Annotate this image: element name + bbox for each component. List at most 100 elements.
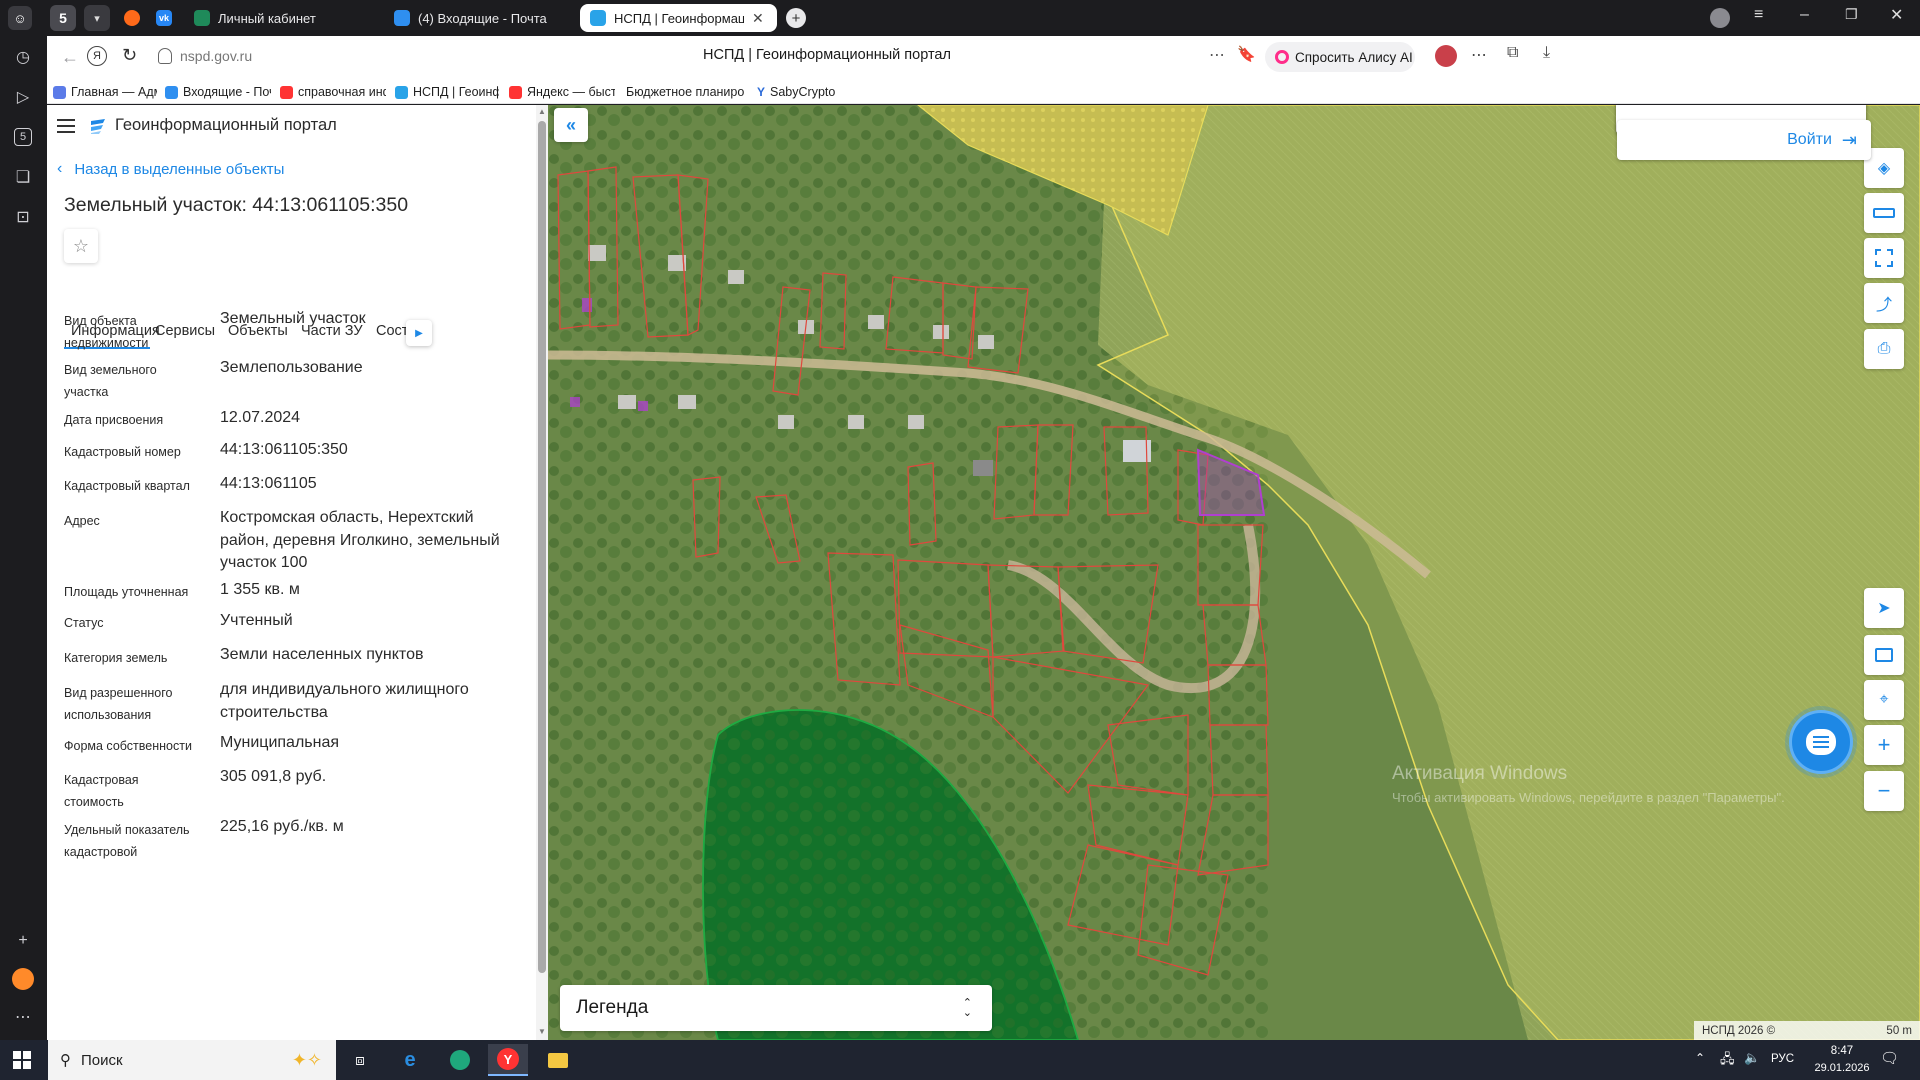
bookmark-admin[interactable]: Главная — Админ [53, 83, 157, 101]
tab-label: Личный кабинет [218, 10, 316, 26]
tab-nspd[interactable]: НСПД | Геоинформационный портал ✕ [580, 4, 777, 32]
screenshot-icon[interactable]: ⊡ [10, 204, 36, 230]
mail-favicon-icon [165, 85, 178, 99]
restore-icon[interactable]: ❐ [1845, 6, 1858, 23]
prop-label: Кадастровая стоимость [64, 773, 139, 809]
browser-menu-icon[interactable]: ☺ [8, 6, 32, 30]
scroll-up-arrow-icon[interactable]: ▲ [538, 107, 546, 116]
file-explorer-icon[interactable] [538, 1044, 578, 1076]
close-window-icon[interactable]: ✕ [1890, 5, 1903, 25]
admin-favicon-icon [53, 85, 66, 99]
collections-icon[interactable]: ❏ [10, 164, 36, 190]
tab-personal-cabinet[interactable]: Личный кабинет [184, 4, 384, 32]
tray-chevron-icon[interactable]: ⌃ [1695, 1051, 1705, 1065]
saby-icon: Y [757, 85, 766, 99]
locate-button[interactable]: ➤ [1864, 588, 1904, 628]
windows-taskbar: ⚲ Поиск ✦✧ ⧈ e Y ⌃ 🖧 🔈 РУС 8:47 29.01.20… [0, 1040, 1920, 1080]
history-icon[interactable]: ◷ [10, 44, 36, 70]
print-button[interactable]: ⎙ [1864, 329, 1904, 369]
prop-label: Площадь уточненная [64, 585, 189, 599]
bookmark-icon[interactable]: 🔖 [1237, 45, 1256, 63]
tabs-dropdown-icon[interactable]: ▾ [84, 5, 110, 31]
profile-avatar[interactable] [1710, 8, 1730, 28]
internet-explorer-icon[interactable]: e [390, 1044, 430, 1076]
bookmark-nspd[interactable]: НСПД | Геоинфор [395, 83, 499, 101]
clock-date[interactable]: 29.01.2026 [1812, 1062, 1872, 1074]
prop-label: Вид разрешенного использования [64, 686, 173, 722]
alice-ask-button[interactable]: Спросить Алису AI [1265, 42, 1415, 72]
browser-sidebar: ◷ ▷ 5 ❏ ⊡ + ⋯ [0, 36, 47, 1040]
downloads-panel-icon[interactable]: ⧉ [1507, 44, 1518, 62]
permitted-use-value: для индивидуального жилищного строительс… [220, 681, 469, 721]
bookmark-mail[interactable]: Входящие - Почта [165, 83, 271, 101]
zoom-in-button[interactable]: + [1864, 725, 1904, 765]
back-to-selection-link[interactable]: ‹ Назад в выделенные объекты [57, 160, 284, 178]
yandex-icon[interactable]: Я [87, 46, 107, 66]
language-indicator[interactable]: РУС [1771, 1053, 1794, 1065]
bookmark-reference[interactable]: справочная инфо [280, 83, 386, 101]
bookmark-label: SabyCrypto [770, 85, 836, 99]
taskbar-search-box[interactable]: ⚲ Поиск ✦✧ [48, 1040, 336, 1080]
address-value: Костромская область, Нерехтский район, д… [220, 509, 500, 571]
scroll-down-arrow-icon[interactable]: ▼ [538, 1027, 546, 1036]
yandex-browser-taskbar-icon[interactable]: Y [488, 1044, 528, 1076]
more-icon[interactable]: ⋯ [10, 1004, 36, 1030]
windows-start-icon[interactable] [2, 1044, 42, 1076]
pinned-tab-orange[interactable] [124, 10, 140, 26]
navigation-arrow-icon: ➤ [1877, 600, 1891, 617]
extensions-more-icon[interactable]: ⋯ [1471, 45, 1487, 65]
mail-favicon-icon [394, 10, 410, 26]
prop-label: Вид объекта недвижимости [64, 314, 149, 350]
five-icon[interactable]: 5 [10, 124, 36, 150]
ruler-button[interactable] [1864, 193, 1904, 233]
alice-icon[interactable] [10, 966, 36, 992]
bookmark-sabycrypto[interactable]: Y SabyCrypto [757, 83, 847, 101]
pinned-tab-vk[interactable]: vk [156, 10, 172, 26]
task-view-icon[interactable]: ⧈ [340, 1044, 380, 1076]
login-label: Войти [1787, 131, 1832, 148]
tab-group-icon[interactable]: 5 [50, 5, 76, 31]
collapse-panel-button[interactable]: « [554, 108, 588, 142]
yandex-favicon-icon [509, 85, 522, 99]
volume-muted-icon[interactable]: 🔈 [1744, 1050, 1760, 1066]
reload-icon[interactable]: ↻ [122, 45, 137, 66]
tab-mail[interactable]: (4) Входящие - Почта [384, 4, 574, 32]
extension-icon[interactable] [1435, 45, 1457, 67]
satellite-map[interactable]: « ◈ ⤴ ⎙ ➤ ⌖ + − Активация Windows Чтобы … [548, 105, 1920, 1040]
layers-icon: ◈ [1877, 160, 1891, 177]
add-panel-icon[interactable]: + [10, 928, 36, 954]
share-button[interactable]: ⤴ [1864, 283, 1904, 323]
search-location-button[interactable]: ⌖ [1864, 680, 1904, 720]
select-area-button[interactable] [1864, 238, 1904, 278]
bookmark-folder-budget[interactable]: Бюджетное планиро⌄ [626, 83, 746, 101]
network-icon[interactable]: 🖧 [1720, 1050, 1735, 1072]
new-tab-button[interactable]: + [786, 8, 806, 28]
minimap-icon [1875, 648, 1893, 662]
chat-button[interactable] [1789, 710, 1853, 774]
minimap-button[interactable] [1864, 635, 1904, 675]
back-icon[interactable]: ← [61, 47, 79, 68]
land-category-value: Земли населенных пунктов [220, 646, 424, 663]
object-info-panel: Геоинформационный портал ‹ Назад в выдел… [47, 105, 548, 1040]
play-icon[interactable]: ▷ [10, 84, 36, 110]
bookmark-yandex[interactable]: Яндекс — быстры [509, 83, 615, 101]
login-button-overlay[interactable]: Войти ⇥ [1617, 120, 1871, 160]
minimize-icon[interactable]: – [1800, 6, 1809, 24]
notifications-icon[interactable]: 🗨 [1880, 1049, 1899, 1067]
url-field[interactable]: nspd.gov.ru [180, 48, 252, 64]
tab-label: (4) Входящие - Почта [418, 10, 547, 26]
edge-icon[interactable] [440, 1044, 480, 1076]
zoom-out-button[interactable]: − [1864, 771, 1904, 811]
clock-time[interactable]: 8:47 [1812, 1045, 1872, 1057]
download-icon[interactable]: ⤓ [1543, 44, 1550, 62]
legend-dropdown[interactable]: Легенда ⌃ ⌄ [560, 985, 992, 1031]
favorite-button[interactable]: ☆ [64, 229, 98, 263]
panel-scrollbar-thumb[interactable] [538, 121, 546, 973]
close-tab-icon[interactable]: ✕ [752, 10, 764, 27]
prop-label: Кадастровый квартал [64, 479, 190, 493]
hamburger-menu-icon[interactable] [57, 119, 75, 133]
copyright-text: НСПД 2026 © [1702, 1024, 1776, 1037]
menu-icon[interactable]: ≡ [1754, 6, 1763, 24]
more-options-icon[interactable]: ⋯ [1209, 45, 1225, 65]
site-info-icon[interactable] [158, 48, 172, 64]
